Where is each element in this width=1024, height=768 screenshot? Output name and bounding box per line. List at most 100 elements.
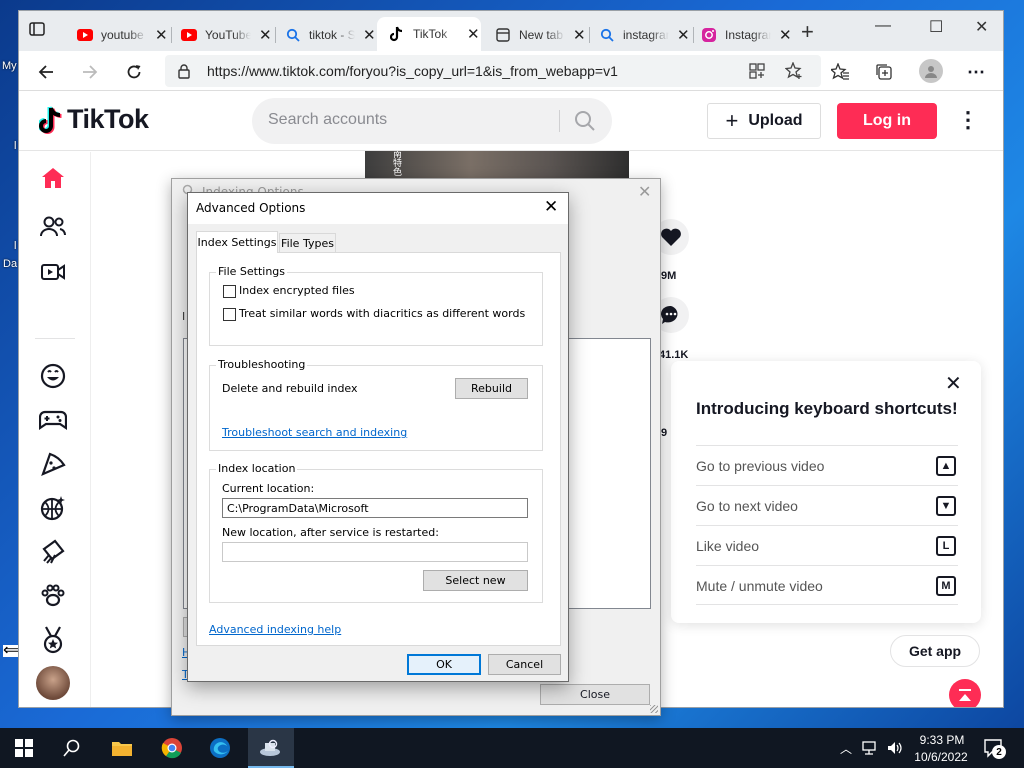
clock-date[interactable]: 10/6/2022 xyxy=(908,750,974,764)
close-button[interactable]: Close xyxy=(540,684,650,705)
refresh-button[interactable] xyxy=(123,61,145,83)
get-app-button[interactable]: Get app xyxy=(890,635,980,667)
checkbox-label[interactable]: Index encrypted files xyxy=(239,284,355,297)
clock-time[interactable]: 9:33 PM xyxy=(912,733,972,747)
chevron-up-icon[interactable]: ︿ xyxy=(840,740,852,757)
edge-icon[interactable] xyxy=(208,736,232,760)
gaming-icon[interactable] xyxy=(39,406,67,434)
desktop-icon-label[interactable]: l xyxy=(14,240,16,252)
close-shortcuts-button[interactable]: ✕ xyxy=(945,371,962,396)
search-icon[interactable] xyxy=(60,736,84,760)
following-icon[interactable] xyxy=(39,212,67,240)
search-input[interactable]: Search accounts xyxy=(268,111,387,129)
scroll-to-top-button[interactable] xyxy=(949,679,981,707)
food-icon[interactable] xyxy=(39,450,67,478)
file-explorer-icon[interactable] xyxy=(110,736,134,760)
shortcut-label: Go to previous video xyxy=(696,458,825,474)
shortcuts-title: Introducing keyboard shortcuts! xyxy=(696,399,958,418)
beauty-icon[interactable] xyxy=(39,538,67,566)
plus-icon: + xyxy=(725,108,739,133)
desktop-icon-label[interactable]: My xyxy=(2,60,17,72)
back-button[interactable] xyxy=(35,61,57,83)
tab-instagram-search[interactable]: instagram ✕ xyxy=(599,22,690,48)
app-available-icon[interactable] xyxy=(749,63,765,82)
maximize-button[interactable]: ☐ xyxy=(929,17,943,37)
tab-title: tiktok - Search xyxy=(309,28,355,42)
minimize-button[interactable]: — xyxy=(875,17,891,35)
windows-start-icon[interactable] xyxy=(12,736,36,760)
collections-icon[interactable] xyxy=(873,61,895,83)
search-bar[interactable]: Search accounts xyxy=(252,98,612,144)
video-preview[interactable]: 南 特 色 xyxy=(365,151,629,178)
tab-close-icon[interactable]: ✕ xyxy=(363,26,376,44)
network-icon[interactable] xyxy=(862,740,880,759)
advanced-indexing-help-link[interactable]: Advanced indexing help xyxy=(209,623,341,636)
search-icon xyxy=(285,27,301,43)
browser-menu-icon[interactable]: ⋯ xyxy=(965,61,987,83)
indexing-options-icon[interactable] xyxy=(258,736,282,760)
tab-file-types[interactable]: File Types xyxy=(279,233,336,253)
troubleshoot-link[interactable]: Troubleshoot search and indexing xyxy=(222,426,407,439)
upload-button[interactable]: + Upload xyxy=(707,103,821,139)
search-icon xyxy=(599,27,615,43)
address-bar[interactable]: https://www.tiktok.com/foryou?is_copy_ur… xyxy=(165,55,821,87)
tab-tiktok-search[interactable]: tiktok - Search ✕ xyxy=(285,22,376,48)
forward-button[interactable] xyxy=(79,61,101,83)
tab-close-icon[interactable]: ✕ xyxy=(467,25,480,43)
current-location-field[interactable]: C:\ProgramData\Microsoft xyxy=(222,498,528,518)
desktop-icon-label[interactable]: l xyxy=(14,140,16,152)
live-icon[interactable] xyxy=(39,258,67,286)
volume-icon[interactable] xyxy=(886,740,904,759)
index-location-group: Index location Current location: C:\Prog… xyxy=(209,462,543,603)
avatar[interactable] xyxy=(36,666,70,700)
achievements-icon[interactable] xyxy=(39,626,67,654)
ok-button[interactable]: OK xyxy=(407,654,481,675)
profile-avatar-icon[interactable] xyxy=(919,59,943,83)
close-dialog-button[interactable]: ✕ xyxy=(544,197,558,217)
tab-close-icon[interactable]: ✕ xyxy=(677,26,690,44)
tab-new-tab[interactable]: New tab ✕ xyxy=(495,22,586,48)
home-icon[interactable] xyxy=(39,164,67,192)
comedy-icon[interactable] xyxy=(39,362,67,390)
tab-title: Instagram xyxy=(725,28,771,42)
tab-youtube[interactable]: YouTube ✕ xyxy=(181,22,272,48)
tab-tiktok-active[interactable]: TikTok ✕ xyxy=(377,17,481,51)
rebuild-button[interactable]: Rebuild xyxy=(455,378,528,399)
diacritics-checkbox[interactable] xyxy=(223,308,236,321)
tab-close-icon[interactable]: ✕ xyxy=(779,26,792,44)
add-favorite-icon[interactable] xyxy=(784,61,803,83)
desktop-icon-label[interactable]: Da xyxy=(3,258,17,270)
tab-youtube-search[interactable]: youtube ✕ xyxy=(77,22,168,48)
tab-instagram[interactable]: Instagram ✕ xyxy=(701,22,792,48)
tab-index-settings[interactable]: Index Settings xyxy=(196,231,278,253)
url-text[interactable]: https://www.tiktok.com/foryou?is_copy_ur… xyxy=(207,63,618,79)
animals-icon[interactable] xyxy=(39,582,67,610)
login-button[interactable]: Log in xyxy=(837,103,937,139)
search-icon[interactable] xyxy=(574,110,596,135)
tiktok-logo-text[interactable]: TikTok xyxy=(67,104,149,135)
cancel-button[interactable]: Cancel xyxy=(488,654,561,675)
chrome-icon[interactable] xyxy=(160,736,184,760)
resize-grip-icon[interactable] xyxy=(650,705,658,713)
tab-actions-icon[interactable] xyxy=(29,22,49,40)
new-location-field[interactable] xyxy=(222,542,528,562)
shortcut-row: Mute / unmute video M xyxy=(696,565,958,605)
favorites-icon[interactable] xyxy=(829,61,851,83)
more-options-icon[interactable]: ⋮ xyxy=(957,107,979,133)
checkbox-label[interactable]: Treat similar words with diacritics as d… xyxy=(239,307,525,320)
close-window-button[interactable]: ✕ xyxy=(638,182,651,202)
tab-title: youtube xyxy=(101,28,144,42)
tab-close-icon[interactable]: ✕ xyxy=(573,26,586,44)
close-window-button[interactable]: ✕ xyxy=(975,17,988,37)
new-tab-button[interactable]: + xyxy=(801,21,814,43)
sports-icon[interactable] xyxy=(39,494,67,522)
lock-icon[interactable] xyxy=(177,63,191,82)
tab-close-icon[interactable]: ✕ xyxy=(155,26,168,44)
tab-close-icon[interactable]: ✕ xyxy=(259,26,272,44)
shortcut-label: Go to next video xyxy=(696,498,798,514)
dialog-body: Index Settings File Types File Settings … xyxy=(188,224,568,681)
tiktok-logo-icon[interactable] xyxy=(37,105,65,138)
select-new-button[interactable]: Select new xyxy=(423,570,528,591)
index-encrypted-checkbox[interactable] xyxy=(223,285,236,298)
newtab-icon xyxy=(495,27,511,43)
